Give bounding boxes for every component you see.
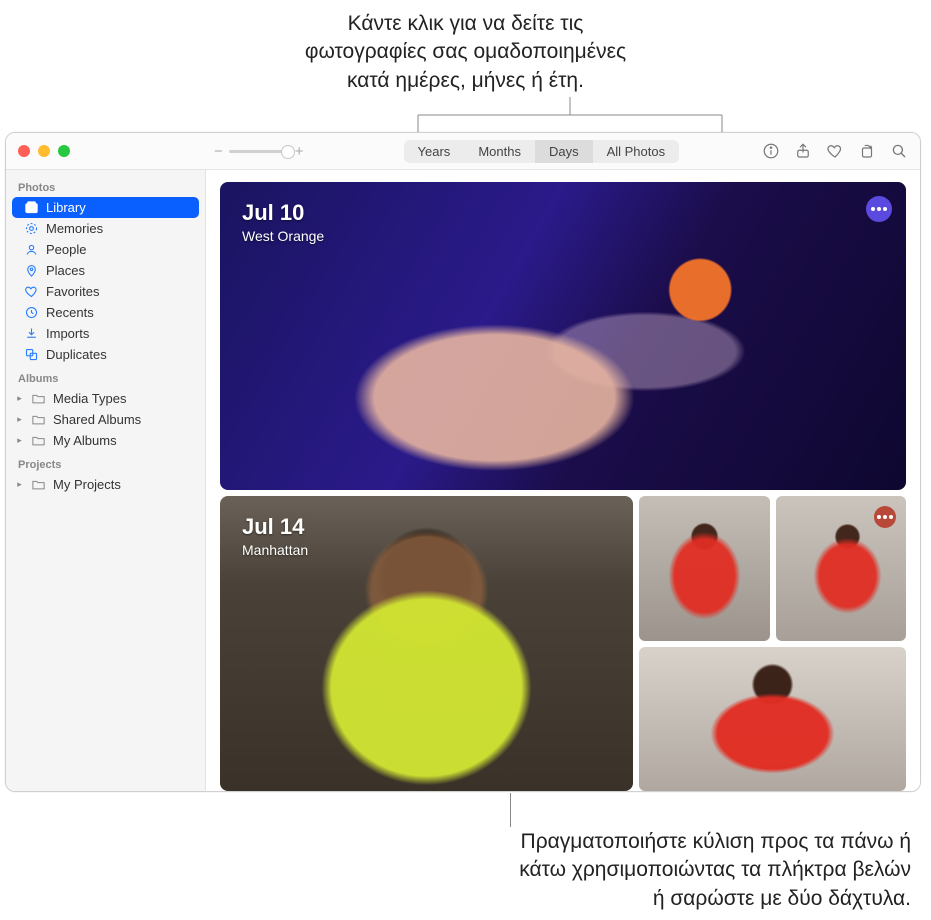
- chevron-right-icon: ▸: [15, 414, 24, 425]
- day-label: Jul 10 West Orange: [242, 200, 324, 244]
- chevron-right-icon: ▸: [15, 479, 24, 490]
- tab-months[interactable]: Months: [464, 140, 535, 163]
- sidebar-item-label: Places: [46, 263, 85, 278]
- tab-days[interactable]: Days: [535, 140, 593, 163]
- day-date: Jul 14: [242, 514, 308, 540]
- zoom-in-icon[interactable]: +: [295, 143, 304, 160]
- sidebar-item-label: Favorites: [46, 284, 99, 299]
- more-options-icon[interactable]: [866, 196, 892, 222]
- minimize-icon[interactable]: [38, 145, 50, 157]
- callout-text: Πραγματοποιήστε κύλιση προς τα πάνω ή: [0, 828, 911, 856]
- day-date: Jul 10: [242, 200, 324, 226]
- zoom-control[interactable]: − +: [214, 143, 304, 160]
- sidebar-item-label: Shared Albums: [53, 412, 141, 427]
- sidebar-item-label: My Projects: [53, 477, 121, 492]
- callout-connector-line: [510, 793, 511, 827]
- sidebar-item-label: My Albums: [53, 433, 117, 448]
- sidebar-item-imports[interactable]: Imports: [12, 323, 199, 344]
- day-label: Jul 14 Manhattan: [242, 514, 308, 558]
- day-location: Manhattan: [242, 542, 308, 558]
- sidebar-section-projects: Projects: [6, 451, 205, 474]
- callout-text: κάτω χρησιμοποιώντας τα πλήκτρα βελών: [0, 856, 911, 884]
- memories-icon: [24, 221, 39, 236]
- zoom-out-icon[interactable]: −: [214, 143, 223, 160]
- folder-icon: [31, 391, 46, 406]
- window-body: Photos Library Memories People Places Fa…: [6, 170, 920, 791]
- share-icon[interactable]: [794, 142, 812, 160]
- thumbnail-stack: [639, 496, 906, 791]
- duplicates-icon: [24, 347, 39, 362]
- callout-text: ή σαρώστε με δύο δάχτυλα.: [0, 885, 911, 913]
- day-card[interactable]: Jul 10 West Orange: [220, 182, 906, 490]
- sidebar-item-memories[interactable]: Memories: [12, 218, 199, 239]
- sidebar-item-label: Library: [46, 200, 86, 215]
- info-icon[interactable]: [762, 142, 780, 160]
- maximize-icon[interactable]: [58, 145, 70, 157]
- rotate-icon[interactable]: [858, 142, 876, 160]
- photo-thumbnail[interactable]: [776, 496, 907, 641]
- toolbar: − + Years Months Days All Photos: [206, 140, 920, 163]
- photo-thumbnail[interactable]: Jul 14 Manhattan: [220, 496, 633, 791]
- folder-icon: [31, 433, 46, 448]
- sidebar-item-shared-albums[interactable]: ▸ Shared Albums: [12, 409, 199, 430]
- view-segmented-control: Years Months Days All Photos: [404, 140, 680, 163]
- day-location: West Orange: [242, 228, 324, 244]
- download-icon: [24, 326, 39, 341]
- sidebar-item-duplicates[interactable]: Duplicates: [12, 344, 199, 365]
- window-controls: [6, 145, 206, 157]
- places-icon: [24, 263, 39, 278]
- callout-text: Κάντε κλικ για να δείτε τις: [0, 10, 931, 38]
- sidebar-section-photos: Photos: [6, 174, 205, 197]
- more-options-icon[interactable]: [874, 506, 896, 528]
- close-icon[interactable]: [18, 145, 30, 157]
- sidebar-item-label: Media Types: [53, 391, 126, 406]
- sidebar-item-my-projects[interactable]: ▸ My Projects: [12, 474, 199, 495]
- callout-text: φωτογραφίες σας ομαδοποιημένες: [0, 38, 931, 66]
- sidebar-item-label: Memories: [46, 221, 103, 236]
- sidebar-section-albums: Albums: [6, 365, 205, 388]
- sidebar-item-my-albums[interactable]: ▸ My Albums: [12, 430, 199, 451]
- photos-window: − + Years Months Days All Photos: [5, 132, 921, 792]
- sidebar-item-library[interactable]: Library: [12, 197, 199, 218]
- callout-bottom: Πραγματοποιήστε κύλιση προς τα πάνω ή κά…: [0, 828, 911, 913]
- folder-icon: [31, 412, 46, 427]
- search-icon[interactable]: [890, 142, 908, 160]
- folder-icon: [31, 477, 46, 492]
- titlebar: − + Years Months Days All Photos: [6, 133, 920, 170]
- tab-years[interactable]: Years: [404, 140, 465, 163]
- toolbar-actions: [762, 142, 912, 160]
- sidebar-item-label: Imports: [46, 326, 89, 341]
- sidebar-item-media-types[interactable]: ▸ Media Types: [12, 388, 199, 409]
- callout-text: κατά ημέρες, μήνες ή έτη.: [0, 67, 931, 95]
- sidebar-item-places[interactable]: Places: [12, 260, 199, 281]
- chevron-right-icon: ▸: [15, 435, 24, 446]
- library-icon: [24, 200, 39, 215]
- callout-top: Κάντε κλικ για να δείτε τις φωτογραφίες …: [0, 10, 931, 95]
- sidebar-item-label: Duplicates: [46, 347, 107, 362]
- sidebar-item-recents[interactable]: Recents: [12, 302, 199, 323]
- sidebar-item-label: Recents: [46, 305, 94, 320]
- day-card: Jul 14 Manhattan: [220, 496, 906, 791]
- tab-all-photos[interactable]: All Photos: [593, 140, 680, 163]
- sidebar: Photos Library Memories People Places Fa…: [6, 170, 206, 791]
- photo-grid[interactable]: Jul 10 West Orange Jul 14 Manhattan: [206, 170, 920, 791]
- sidebar-item-label: People: [46, 242, 86, 257]
- zoom-slider[interactable]: [229, 150, 289, 153]
- photo-thumbnail[interactable]: [639, 496, 770, 641]
- heart-icon: [24, 284, 39, 299]
- sidebar-item-favorites[interactable]: Favorites: [12, 281, 199, 302]
- people-icon: [24, 242, 39, 257]
- sidebar-item-people[interactable]: People: [12, 239, 199, 260]
- favorite-icon[interactable]: [826, 142, 844, 160]
- chevron-right-icon: ▸: [15, 393, 24, 404]
- clock-icon: [24, 305, 39, 320]
- photo-thumbnail[interactable]: [639, 647, 906, 792]
